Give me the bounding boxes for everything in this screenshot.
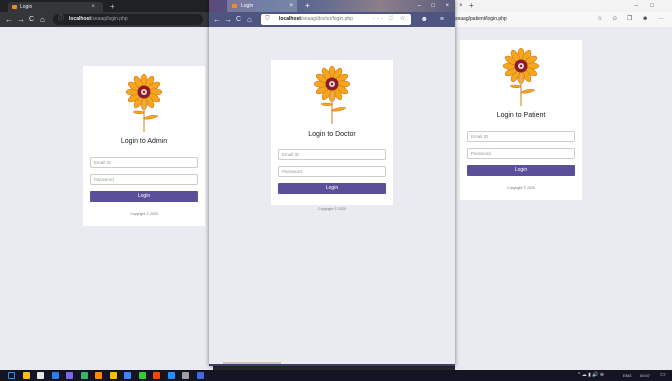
login-title: Login to Patient [496,112,546,119]
doctor-login-card: Login to Doctor Login [271,60,393,205]
tab-close-icon[interactable]: × [91,2,95,12]
minimize-icon[interactable]: – [418,0,421,12]
taskbar-app-icon[interactable] [153,372,160,379]
email-field[interactable] [278,149,386,160]
edge-toolbar: seaag/patient/login.php ☆ ✩ ❐ ☻ ··· [455,12,672,28]
url-host: localhost [69,16,91,22]
taskbar-app-icon[interactable] [22,372,30,379]
toolbar-extension-icons[interactable]: ⫼ ▢ ☻ ≡ [388,14,449,25]
new-tab-button[interactable]: + [110,2,115,12]
home-icon[interactable]: ⌂ [40,14,45,25]
taskbar-app-icon[interactable] [37,372,44,379]
taskbar-app-icon[interactable] [109,372,117,379]
url-path: /seaag/login.php [90,16,128,22]
taskbar-app-icon[interactable] [95,372,102,379]
taskbar-app-icon[interactable] [66,372,73,379]
admin-login-card: Login to Admin Login Copyright © 2020 [83,66,205,226]
patient-login-card: Login to Patient Login Copyright © 2020 [460,40,582,200]
copyright-text: Copyright © 2020 [129,212,159,216]
sunflower-logo-icon [313,65,351,124]
reload-icon[interactable]: C [29,14,34,25]
back-icon[interactable]: ← [213,14,221,25]
chrome-page: Login to Admin Login Copyright © 2020 [0,27,213,370]
login-button[interactable]: Login [467,165,575,176]
taskbar-app-icon[interactable] [124,372,131,379]
forward-icon[interactable]: → [17,14,25,25]
sunflower-logo-icon [502,47,540,106]
edge-page: Login to Patient Login Copyright © 2020 [455,27,672,370]
firefox-page: Login to Doctor Login Copyright © 2020 [209,27,455,364]
chrome-toolbar: ← → C ⌂ ⓘ localhost/seaag/login.php [0,12,213,27]
login-button[interactable]: Login [278,183,386,194]
language-indicator[interactable]: ENG [623,370,632,381]
copyright-text: Copyright © 2020 [506,186,536,190]
maximize-icon[interactable]: □ [431,0,435,12]
taskbar-app-icon[interactable] [167,372,175,379]
taskbar-app-icon[interactable] [138,372,146,379]
firefox-titlebar: Login × + – □ × [209,0,455,12]
login-button[interactable]: Login [90,191,198,202]
tab-title: Login [241,3,254,9]
favorites-bar-icon[interactable]: ✩ [612,12,617,27]
favicon-icon [232,4,237,8]
password-field[interactable] [278,166,386,177]
system-tray-icons[interactable]: ^ ☁ ▮ 🔊 ⊕ [578,370,604,381]
shield-icon: ⛉ [265,16,270,22]
chrome-window: Login × + ← → C ⌂ ⓘ localhost/seaag/logi… [0,0,213,370]
favorite-icon[interactable]: ☆ [597,12,602,27]
tab-close-icon[interactable]: × [289,0,293,12]
collections-icon[interactable]: ❐ [627,12,632,27]
password-field[interactable] [467,148,575,159]
horizontal-scrollbar[interactable] [223,362,281,364]
chrome-tab[interactable]: Login × [8,2,103,12]
notification-icon[interactable]: ▭ [660,370,666,381]
favicon-icon [12,5,17,9]
profile-icon[interactable]: ☻ [642,12,648,27]
firefox-tab[interactable]: Login × [227,0,297,12]
close-icon[interactable]: × [445,0,449,12]
clock[interactable]: 00:07 [640,370,650,381]
taskbar-app-icon[interactable] [51,372,59,379]
firefox-toolbar: ← → C ⌂ ⛉ localhost/seaag/doctor/login.p… [209,12,455,27]
chrome-titlebar: Login × + [0,0,213,12]
address-bar[interactable]: seaag/patient/login.php [455,12,507,27]
minimize-icon[interactable]: – [635,0,638,12]
start-icon[interactable] [8,372,15,379]
reload-icon[interactable]: C [236,14,241,25]
edge-toolbar-icons: ☆ ✩ ❐ ☻ ··· [597,12,672,27]
password-field[interactable] [90,174,198,185]
back-icon[interactable]: ← [5,14,13,25]
login-title: Login to Admin [120,138,168,145]
email-field[interactable] [467,131,575,142]
tab-title: Login [20,4,33,10]
home-icon[interactable]: ⌂ [247,14,252,25]
firefox-window: Login × + – □ × ← → C ⌂ ⛉ localhost/seaa… [209,0,455,366]
forward-icon[interactable]: → [224,14,232,25]
edge-titlebar: × + – □ [455,0,672,12]
sunflower-logo-icon [125,73,163,132]
login-title: Login to Doctor [308,131,356,138]
tab-close-icon[interactable]: × [459,0,463,12]
new-tab-button[interactable]: + [305,1,310,11]
edge-window: × + – □ seaag/patient/login.php ☆ ✩ ❐ ☻ … [455,0,672,370]
info-icon: ⓘ [58,16,65,22]
new-tab-button[interactable]: + [469,0,474,12]
email-field[interactable] [90,157,198,168]
address-bar[interactable]: ⓘ localhost/seaag/login.php [53,14,203,25]
taskbar-app-icon[interactable] [182,372,189,379]
url-host: localhost [279,16,301,22]
taskbar-app-icon[interactable] [196,372,204,379]
taskbar-app-icon[interactable] [80,372,88,379]
maximize-icon[interactable]: □ [650,0,654,12]
url-path: /seaag/doctor/login.php [300,16,353,22]
copyright-text: Copyright © 2020 [317,207,347,211]
taskbar: ^ ☁ ▮ 🔊 ⊕ ENG 00:07 ▭ [0,370,672,381]
more-icon[interactable]: ··· [658,12,664,27]
